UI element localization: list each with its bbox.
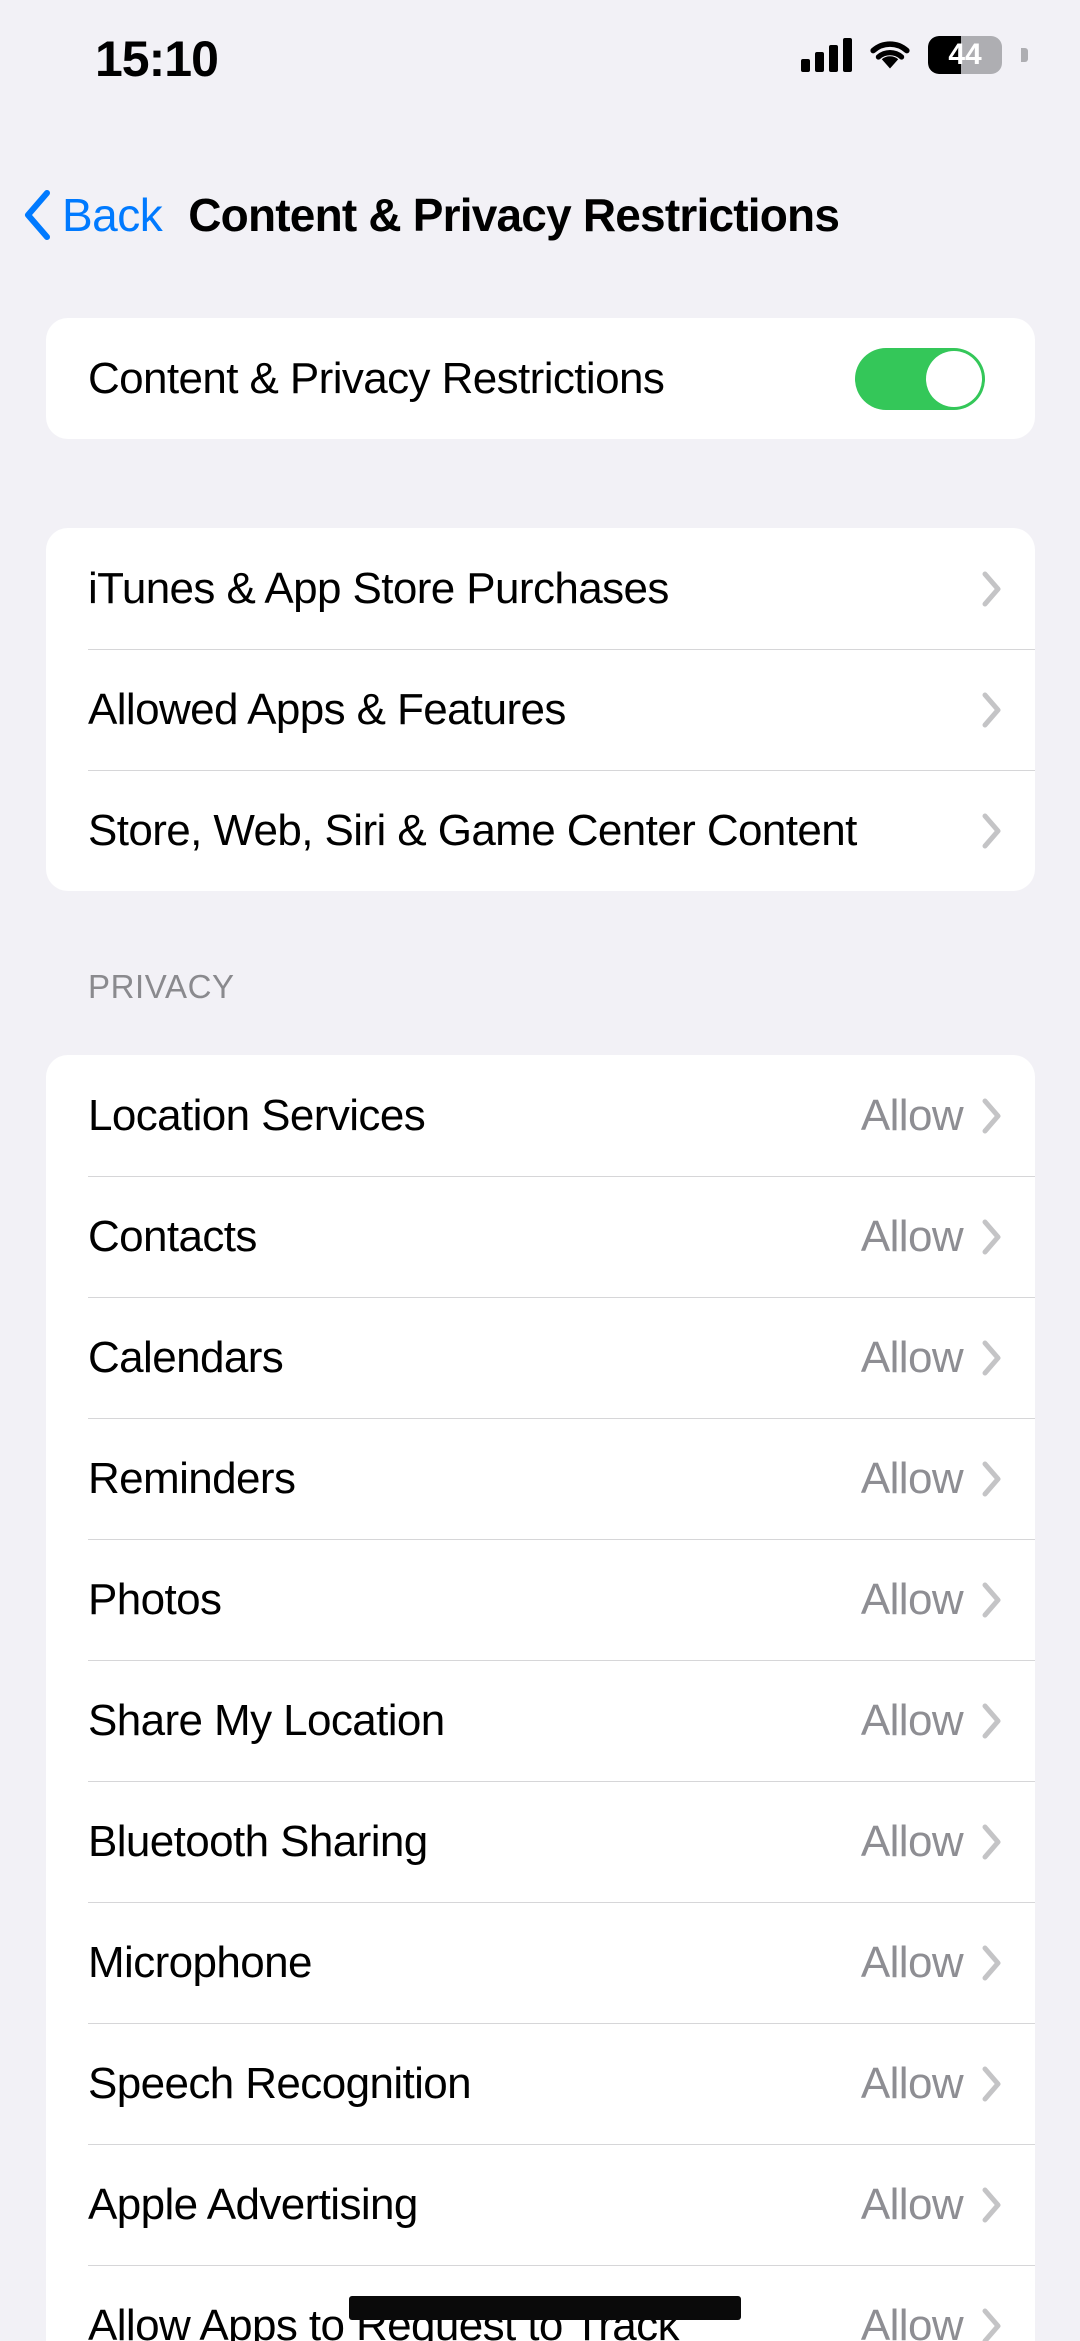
row-label: Allow Apps to Request to Track [88,2300,680,2341]
back-button[interactable]: Back [22,188,163,242]
row-calendars[interactable]: Calendars Allow [46,1297,1035,1418]
row-value: Allow [860,2179,964,2229]
chevron-left-icon [25,190,50,240]
chevron-right-icon [982,1824,1001,1859]
row-label: Allowed Apps & Features [88,684,566,734]
status-bar: 15:10 44 [0,0,1080,110]
chevron-right-icon [982,2066,1001,2101]
page-title: Content & Privacy Restrictions [188,189,840,241]
row-value: Allow [860,1816,964,1866]
row-value: Allow [860,1090,964,1140]
row-contacts[interactable]: Contacts Allow [46,1176,1035,1297]
row-label: Location Services [88,1090,426,1140]
row-apple-advertising[interactable]: Apple Advertising Allow [46,2144,1035,2265]
row-photos[interactable]: Photos Allow [46,1539,1035,1660]
chevron-right-icon [982,1703,1001,1738]
row-itunes-app-store-purchases[interactable]: iTunes & App Store Purchases [46,528,1035,649]
row-label: Bluetooth Sharing [88,1816,428,1866]
row-reminders[interactable]: Reminders Allow [46,1418,1035,1539]
chevron-right-icon [982,1461,1001,1496]
row-value: Allow [860,1937,964,1987]
content-privacy-toggle-card: Content & Privacy Restrictions [46,318,1035,439]
privacy-section-header: PRIVACY [88,968,235,1005]
row-value: Allow [860,1332,964,1382]
row-store-web-siri-game-center-content[interactable]: Store, Web, Siri & Game Center Content [46,770,1035,891]
battery-icon: 44 [928,36,1002,74]
navigation-bar: Back Content & Privacy Restrictions [0,175,1080,255]
status-bar-time: 15:10 [95,31,219,87]
restrictions-links-card: iTunes & App Store Purchases Allowed App… [46,528,1035,891]
row-value: Allow [860,1695,964,1745]
chevron-right-icon [982,1945,1001,1980]
wifi-icon [870,41,910,69]
row-speech-recognition[interactable]: Speech Recognition Allow [46,2023,1035,2144]
privacy-card: Location Services Allow Contacts Allow C… [46,1055,1035,2341]
chevron-right-icon [982,1098,1001,1133]
row-label: Calendars [88,1332,284,1382]
battery-cap [1021,48,1028,62]
row-label: Reminders [88,1453,296,1503]
status-bar-indicators: 44 [801,36,1028,74]
row-allowed-apps-features[interactable]: Allowed Apps & Features [46,649,1035,770]
chevron-right-icon [982,571,1001,606]
row-label: Microphone [88,1937,313,1987]
chevron-right-icon [982,1219,1001,1254]
iphone-settings-screen: 15:10 44 Back Content & Privacy Restrict… [0,0,1080,2341]
row-value: Allow [860,2058,964,2108]
chevron-right-icon [982,2187,1001,2222]
row-label: Content & Privacy Restrictions [88,353,665,403]
switch-knob [926,350,982,407]
row-value: Allow [860,2300,964,2341]
row-content-privacy-restrictions[interactable]: Content & Privacy Restrictions [46,318,1035,439]
chevron-right-icon [982,692,1001,727]
row-bluetooth-sharing[interactable]: Bluetooth Sharing Allow [46,1781,1035,1902]
row-label: Photos [88,1574,222,1624]
row-label: Contacts [88,1211,257,1261]
chevron-right-icon [982,2308,1001,2341]
battery-percent-label: 44 [948,38,982,71]
row-microphone[interactable]: Microphone Allow [46,1902,1035,2023]
chevron-right-icon [982,1582,1001,1617]
content-privacy-restrictions-switch[interactable] [855,347,985,410]
back-button-label: Back [62,189,163,241]
row-allow-apps-to-request-to-track[interactable]: Allow Apps to Request to Track Allow [46,2265,1035,2341]
chevron-right-icon [982,1340,1001,1375]
chevron-right-icon [982,813,1001,848]
row-value: Allow [860,1453,964,1503]
row-location-services[interactable]: Location Services Allow [46,1055,1035,1176]
row-value: Allow [860,1574,964,1624]
row-label: iTunes & App Store Purchases [88,563,669,613]
row-label: Store, Web, Siri & Game Center Content [88,805,857,855]
row-label: Share My Location [88,1695,445,1745]
row-label: Apple Advertising [88,2179,418,2229]
row-label: Speech Recognition [88,2058,472,2108]
row-value: Allow [860,1211,964,1261]
cellular-signal-icon [801,38,852,72]
row-share-my-location[interactable]: Share My Location Allow [46,1660,1035,1781]
